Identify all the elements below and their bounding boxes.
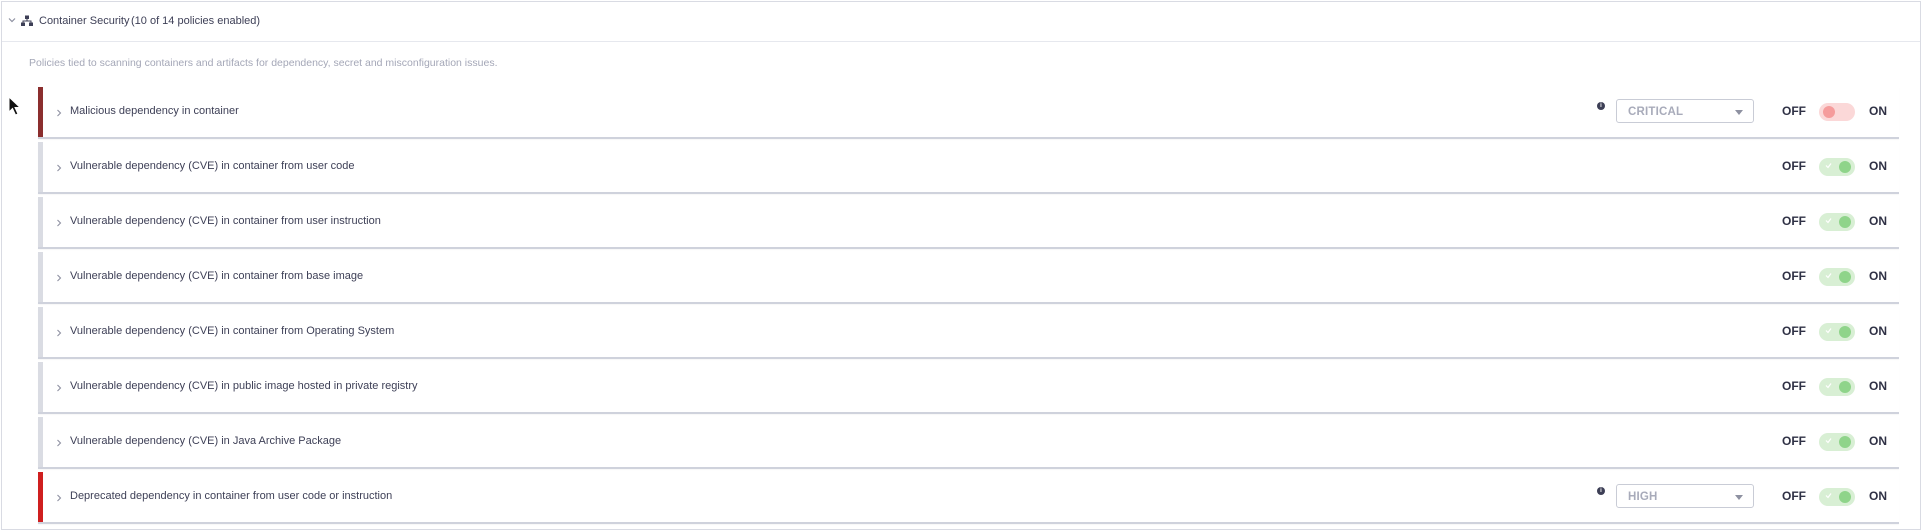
section-title: Container Security [39, 15, 130, 27]
caret-down-icon [1735, 495, 1743, 500]
check-icon [1825, 438, 1832, 444]
severity-stripe [38, 307, 43, 357]
caret-down-icon [1735, 110, 1743, 115]
chevron-right-icon[interactable] [55, 438, 63, 448]
toggle-knob [1839, 271, 1851, 283]
policy-label: Malicious dependency in container [70, 105, 239, 117]
policy-label: Vulnerable dependency (CVE) in container… [70, 325, 395, 337]
section-description: Policies tied to scanning containers and… [29, 57, 498, 69]
policy-label: Vulnerable dependency (CVE) in public im… [70, 380, 418, 392]
policy-label: Vulnerable dependency (CVE) in container… [70, 215, 381, 227]
policy-row[interactable]: Malicious dependency in container i CRIT… [38, 87, 1899, 139]
chevron-right-icon[interactable] [55, 328, 63, 338]
toggle-off-label: OFF [1782, 214, 1806, 228]
toggle-off-label: OFF [1782, 324, 1806, 338]
toggle-on-label: ON [1869, 214, 1887, 228]
check-icon [1825, 273, 1832, 279]
policy-toggle[interactable] [1819, 213, 1855, 231]
check-icon [1825, 218, 1832, 224]
policy-row[interactable]: Deprecated dependency in container from … [38, 472, 1899, 524]
severity-stripe [38, 417, 43, 467]
policy-toggle[interactable] [1819, 158, 1855, 176]
policy-row[interactable]: Vulnerable dependency (CVE) in container… [38, 142, 1899, 194]
chevron-down-icon[interactable] [7, 15, 17, 25]
toggle-on-label: ON [1869, 104, 1887, 118]
severity-stripe-critical [38, 87, 43, 137]
severity-select[interactable]: CRITICAL [1616, 99, 1754, 123]
info-icon[interactable]: i [1597, 487, 1605, 495]
toggle-off-label: OFF [1782, 104, 1806, 118]
policy-toggle[interactable] [1819, 378, 1855, 396]
toggle-knob [1839, 381, 1851, 393]
chevron-right-icon[interactable] [55, 273, 63, 283]
severity-stripe [38, 197, 43, 247]
check-icon [1825, 163, 1832, 169]
policy-row[interactable]: Vulnerable dependency (CVE) in container… [38, 252, 1899, 304]
check-icon [1825, 383, 1832, 389]
toggle-off-label: OFF [1782, 434, 1806, 448]
chevron-right-icon[interactable] [55, 493, 63, 503]
toggle-on-label: ON [1869, 269, 1887, 283]
severity-stripe [38, 142, 43, 192]
toggle-off-label: OFF [1782, 379, 1806, 393]
chevron-right-icon[interactable] [55, 163, 63, 173]
severity-select[interactable]: HIGH [1616, 484, 1754, 508]
container-security-panel: Container Security (10 of 14 policies en… [1, 1, 1921, 530]
policy-toggle[interactable] [1819, 103, 1855, 121]
policy-label: Vulnerable dependency (CVE) in Java Arch… [70, 435, 342, 447]
severity-stripe [38, 362, 43, 412]
policy-label: Vulnerable dependency (CVE) in container… [70, 270, 364, 282]
toggle-off-label: OFF [1782, 159, 1806, 173]
check-icon [1825, 328, 1832, 334]
toggle-knob [1839, 326, 1851, 338]
chevron-right-icon[interactable] [55, 108, 63, 118]
policy-toggle[interactable] [1819, 433, 1855, 451]
mouse-cursor-icon [8, 96, 22, 116]
severity-stripe [38, 252, 43, 302]
policy-row[interactable]: Vulnerable dependency (CVE) in container… [38, 307, 1899, 359]
toggle-on-label: ON [1869, 159, 1887, 173]
policy-toggle[interactable] [1819, 488, 1855, 506]
toggle-knob [1839, 436, 1851, 448]
toggle-off-label: OFF [1782, 269, 1806, 283]
policy-row[interactable]: Vulnerable dependency (CVE) in Java Arch… [38, 417, 1899, 469]
toggle-on-label: ON [1869, 379, 1887, 393]
toggle-knob [1839, 161, 1851, 173]
toggle-knob [1839, 491, 1851, 503]
section-policy-count: (10 of 14 policies enabled) [131, 15, 261, 27]
toggle-on-label: ON [1869, 324, 1887, 338]
severity-value: HIGH [1628, 491, 1658, 503]
policy-row[interactable]: Vulnerable dependency (CVE) in container… [38, 197, 1899, 249]
policy-label: Deprecated dependency in container from … [70, 490, 393, 502]
severity-stripe-high [38, 472, 43, 522]
toggle-knob [1839, 216, 1851, 228]
info-icon[interactable]: i [1597, 102, 1605, 110]
sitemap-icon [21, 15, 33, 26]
policy-label: Vulnerable dependency (CVE) in container… [70, 160, 355, 172]
policy-row[interactable]: Vulnerable dependency (CVE) in public im… [38, 362, 1899, 414]
toggle-on-label: ON [1869, 489, 1887, 503]
toggle-on-label: ON [1869, 434, 1887, 448]
toggle-knob [1823, 106, 1835, 118]
section-header[interactable]: Container Security (10 of 14 policies en… [2, 2, 1920, 42]
severity-value: CRITICAL [1628, 106, 1684, 118]
chevron-right-icon[interactable] [55, 383, 63, 393]
toggle-off-label: OFF [1782, 489, 1806, 503]
chevron-right-icon[interactable] [55, 218, 63, 228]
policy-toggle[interactable] [1819, 323, 1855, 341]
policy-toggle[interactable] [1819, 268, 1855, 286]
check-icon [1825, 493, 1832, 499]
